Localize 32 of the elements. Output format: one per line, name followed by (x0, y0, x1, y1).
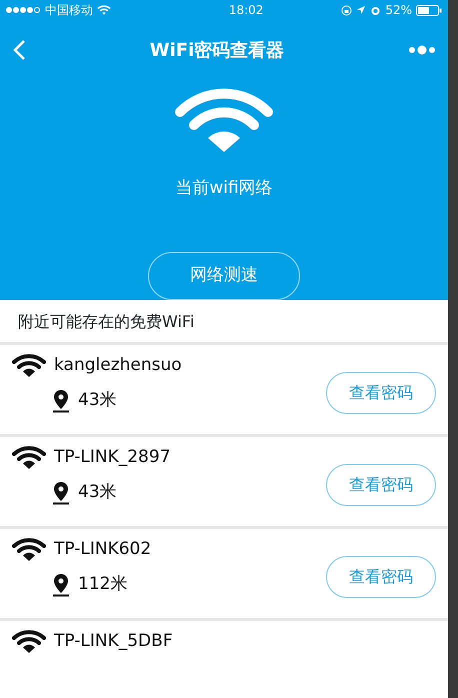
view-password-button[interactable]: 查看密码 (326, 464, 436, 506)
location-pin-icon (52, 480, 70, 505)
location-pin-icon (52, 388, 70, 413)
view-password-button[interactable]: 查看密码 (326, 556, 436, 598)
page-title: WiFi密码查看器 (150, 38, 284, 62)
distance-text: 43米 (78, 481, 117, 504)
wifi-icon (12, 353, 46, 378)
location-pin-icon (52, 572, 70, 597)
wifi-icon (12, 445, 46, 470)
speed-test-button[interactable]: 网络测速 (148, 252, 300, 300)
network-name: TP-LINK_5DBF (54, 630, 173, 652)
location-arrow-icon (356, 5, 366, 15)
carrier-name: 中国移动 (45, 2, 93, 19)
status-time: 18:02 (228, 2, 264, 19)
current-network-label: 当前wifi网络 (175, 177, 273, 200)
alarm-icon (370, 4, 382, 16)
wifi-icon (12, 537, 46, 562)
wifi-icon (12, 629, 46, 654)
view-password-button[interactable]: 查看密码 (326, 372, 436, 414)
network-name: TP-LINK602 (54, 538, 152, 560)
distance-text: 43米 (78, 389, 117, 412)
network-name: TP-LINK_2897 (54, 446, 171, 468)
wifi-signal-icon (97, 5, 111, 15)
back-icon[interactable] (12, 39, 26, 61)
network-name: kanglezhensuo (54, 354, 182, 376)
distance-text: 112米 (78, 573, 128, 596)
more-icon[interactable] (408, 45, 436, 55)
battery-percent: 52% (385, 2, 412, 19)
lock-rotation-icon (341, 4, 352, 16)
section-title: 附近可能存在的免费WiFi (18, 312, 194, 330)
battery-icon (416, 4, 442, 16)
wifi-icon (175, 88, 273, 152)
